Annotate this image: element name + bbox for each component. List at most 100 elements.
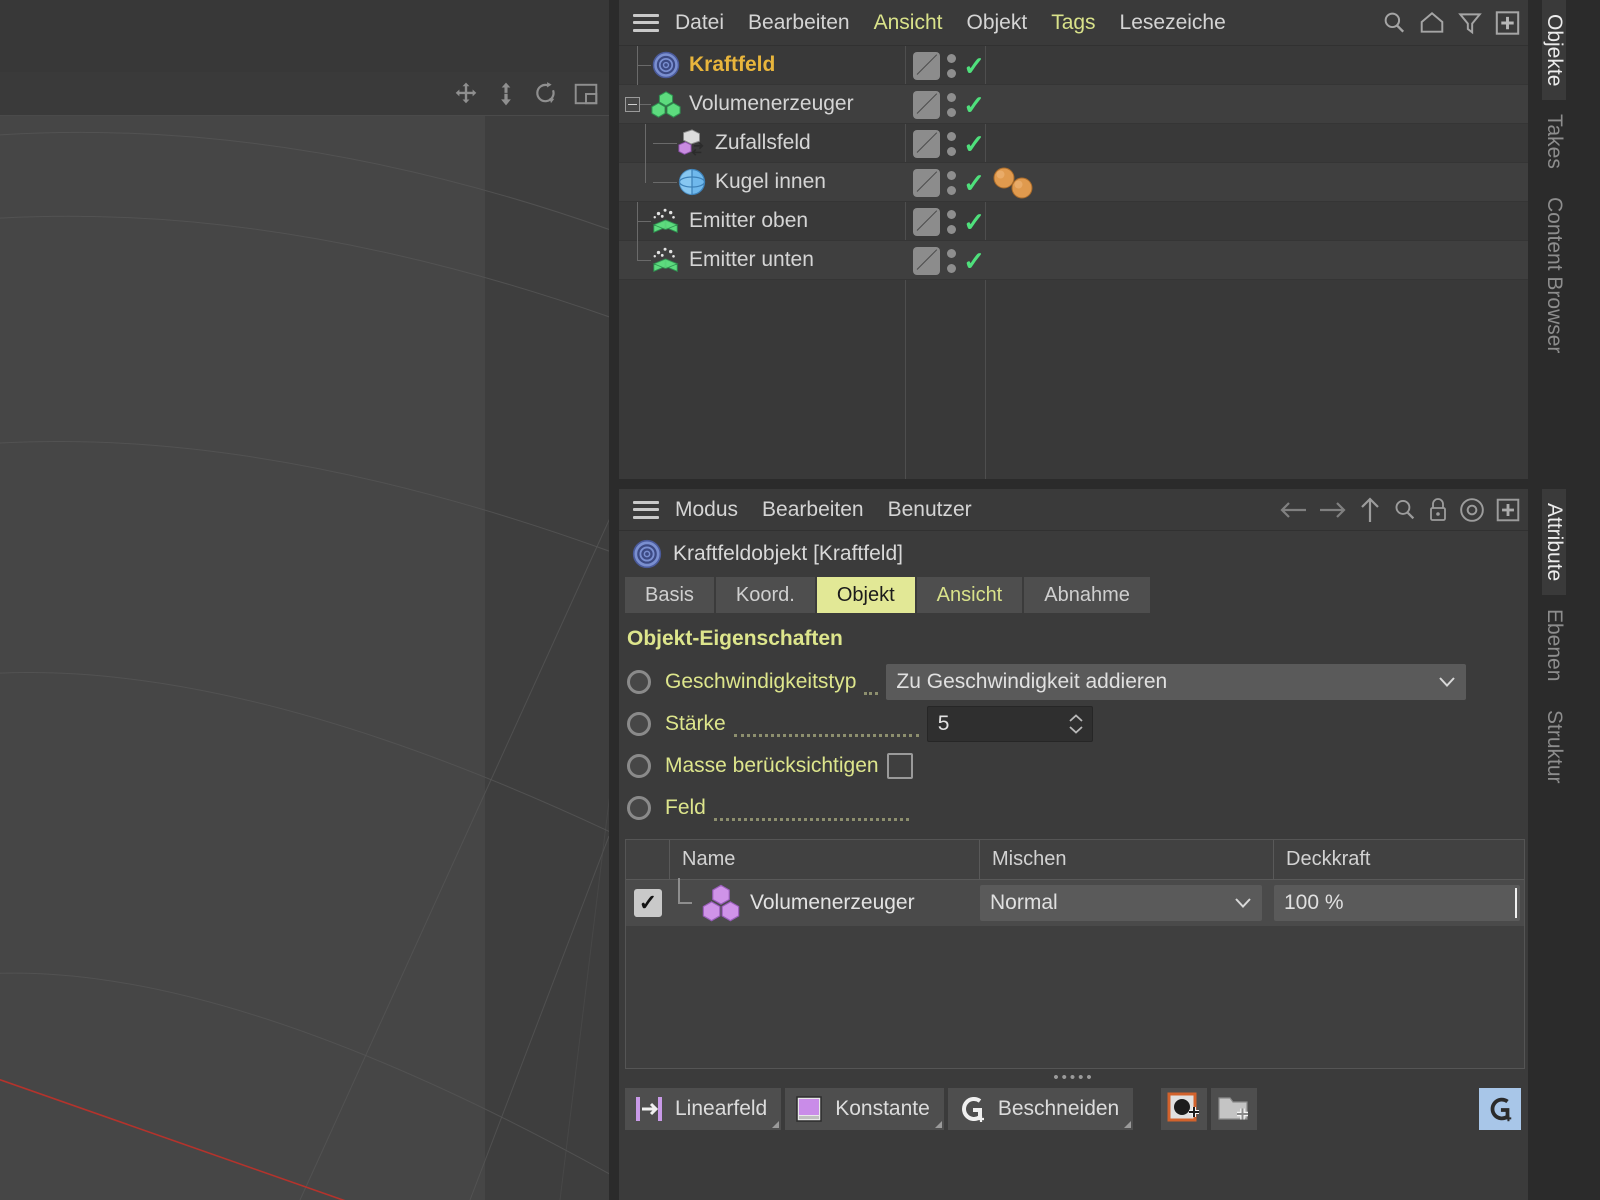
visibility-check-icon[interactable]: ✓ [963, 53, 985, 79]
field-header-name[interactable]: Name [670, 840, 980, 880]
menu-item-lesezeichen[interactable]: Lesezeiche [1120, 11, 1226, 35]
object-tree[interactable]: Kraftfeld ✓ Volumenerzeuger ✓ Zufallsfel… [619, 45, 1529, 479]
velocity-type-select[interactable]: Zu Geschwindigkeit addieren [886, 664, 1467, 700]
field-object-button[interactable] [1479, 1088, 1521, 1130]
tag-dots-icon[interactable] [947, 248, 957, 273]
menu-item-objekt[interactable]: Objekt [966, 11, 1027, 35]
field-list-row[interactable]: ✓ Volumenerzeuger Normal 100 % [626, 878, 1524, 926]
tag-dots-icon[interactable] [947, 53, 957, 78]
tab-ansicht[interactable]: Ansicht [916, 577, 1023, 613]
field-header-mischen[interactable]: Mischen [980, 840, 1274, 880]
display-tag-icon[interactable] [913, 168, 941, 197]
display-tag-icon[interactable] [913, 129, 941, 158]
menu-item-datei[interactable]: Datei [675, 11, 724, 35]
object-tree-empty-area[interactable] [619, 280, 1529, 474]
tree-row-kugel-innen[interactable]: Kugel innen ✓ [619, 162, 1529, 202]
search-icon[interactable] [1381, 10, 1407, 36]
sidetab-content-browser[interactable]: Content Browser [1542, 183, 1566, 367]
display-tag-icon[interactable] [913, 90, 941, 119]
sidetab-ebenen[interactable]: Ebenen [1542, 595, 1566, 695]
menu-item-bearbeiten[interactable]: Bearbeiten [748, 11, 850, 35]
display-tag-icon[interactable] [913, 51, 941, 80]
tree-row-emitter-oben[interactable]: Emitter oben ✓ [619, 201, 1529, 241]
stepper-arrows-icon[interactable] [1068, 714, 1084, 734]
home-icon[interactable] [1418, 10, 1446, 36]
tree-row-tags[interactable]: ✓ [905, 241, 985, 280]
tree-row-volumenerzeuger[interactable]: Volumenerzeuger ✓ [619, 85, 1529, 124]
tag-dots-icon[interactable] [947, 92, 957, 117]
sidetab-objekte[interactable]: Objekte [1542, 0, 1566, 101]
move-tool-icon[interactable] [453, 81, 479, 107]
tree-row-tags[interactable]: ✓ [905, 124, 985, 163]
consider-mass-checkbox[interactable] [886, 753, 913, 779]
tree-row-emitter-unten[interactable]: Emitter unten ✓ [619, 240, 1529, 280]
tab-koord[interactable]: Koord. [715, 577, 815, 613]
tab-objekt[interactable]: Objekt [816, 577, 915, 613]
display-tag-icon[interactable] [913, 246, 941, 275]
tag-dots-icon[interactable] [947, 170, 957, 195]
strength-value: 5 [937, 712, 950, 735]
sidetab-takes[interactable]: Takes [1542, 100, 1566, 183]
filter-icon[interactable] [1457, 10, 1483, 36]
forward-arrow-icon[interactable] [1318, 498, 1348, 522]
field-enabled-checkbox[interactable]: ✓ [634, 889, 662, 917]
tree-row-kraftfeld[interactable]: Kraftfeld ✓ [619, 45, 1529, 85]
lock-icon[interactable] [1427, 497, 1449, 523]
tree-row-tags[interactable]: ✓ [905, 163, 985, 202]
field-header-deckkraft[interactable]: Deckkraft [1274, 840, 1524, 880]
menu-item-bearbeiten[interactable]: Bearbeiten [762, 498, 864, 522]
back-arrow-icon[interactable] [1278, 498, 1308, 522]
scale-tool-icon[interactable] [493, 81, 519, 107]
object-manager-toolbar-icons [1381, 9, 1521, 36]
tree-row-zufallsfeld[interactable]: Zufallsfeld ✓ [619, 123, 1529, 163]
field-opacity-input[interactable]: 100 % [1274, 885, 1520, 921]
add-linear-field-button[interactable]: Linearfeld [625, 1088, 782, 1130]
animate-radio-icon[interactable] [627, 754, 651, 778]
panel-resize-grip[interactable]: ••••• [619, 1069, 1529, 1086]
layout-tool-icon[interactable] [573, 81, 599, 107]
attribute-manager-menu-icon[interactable] [633, 500, 659, 519]
add-layer-button[interactable] [1161, 1088, 1208, 1130]
animate-radio-icon[interactable] [627, 670, 651, 694]
rotate-tool-icon[interactable] [533, 81, 559, 107]
search-icon[interactable] [1392, 497, 1417, 522]
sidetab-attribute[interactable]: Attribute [1542, 489, 1566, 596]
field-blend-select[interactable]: Normal [980, 885, 1262, 921]
visibility-check-icon[interactable]: ✓ [963, 248, 985, 274]
sidetab-struktur[interactable]: Struktur [1542, 696, 1566, 798]
add-clip-modifier-button[interactable]: Beschneiden [947, 1088, 1134, 1130]
menu-item-ansicht[interactable]: Ansicht [874, 11, 943, 35]
tag-dots-icon[interactable] [947, 131, 957, 156]
tree-row-material-tags[interactable] [991, 163, 1037, 202]
add-icon[interactable] [1495, 497, 1521, 523]
tab-basis[interactable]: Basis [625, 577, 714, 613]
add-folder-button[interactable] [1211, 1088, 1258, 1130]
field-list-empty-area[interactable] [626, 926, 1524, 1068]
tag-dots-icon[interactable] [947, 209, 957, 234]
tab-abnahme[interactable]: Abnahme [1024, 577, 1150, 613]
add-constant-shader-button[interactable]: Konstante [785, 1088, 944, 1130]
visibility-check-icon[interactable]: ✓ [963, 131, 985, 157]
tree-row-tags[interactable]: ✓ [905, 46, 985, 85]
tree-expander-icon[interactable] [624, 96, 640, 112]
animate-radio-icon[interactable] [627, 796, 651, 820]
up-arrow-icon[interactable] [1358, 496, 1382, 524]
add-folder-icon [1218, 1097, 1249, 1120]
visibility-check-icon[interactable]: ✓ [963, 209, 985, 235]
menu-item-tags[interactable]: Tags [1051, 11, 1095, 35]
tree-row-label: Zufallsfeld [715, 131, 811, 154]
visibility-check-icon[interactable]: ✓ [963, 170, 985, 196]
object-manager-menu-icon[interactable] [633, 13, 659, 32]
visibility-check-icon[interactable]: ✓ [963, 92, 985, 118]
display-tag-icon[interactable] [913, 207, 941, 236]
add-icon[interactable] [1494, 9, 1521, 36]
animate-radio-icon[interactable] [627, 712, 651, 736]
menu-item-modus[interactable]: Modus [675, 498, 738, 522]
tree-row-tags[interactable]: ✓ [905, 85, 985, 124]
menu-item-benutzer[interactable]: Benutzer [888, 498, 972, 522]
target-icon[interactable] [1459, 497, 1485, 523]
tree-row-tags[interactable]: ✓ [905, 202, 985, 241]
right-panel-column: Datei Bearbeiten Ansicht Objekt Tags Les… [609, 0, 1600, 1200]
strength-input[interactable]: 5 [926, 706, 1093, 742]
viewport-3d-scene[interactable] [0, 116, 609, 1200]
